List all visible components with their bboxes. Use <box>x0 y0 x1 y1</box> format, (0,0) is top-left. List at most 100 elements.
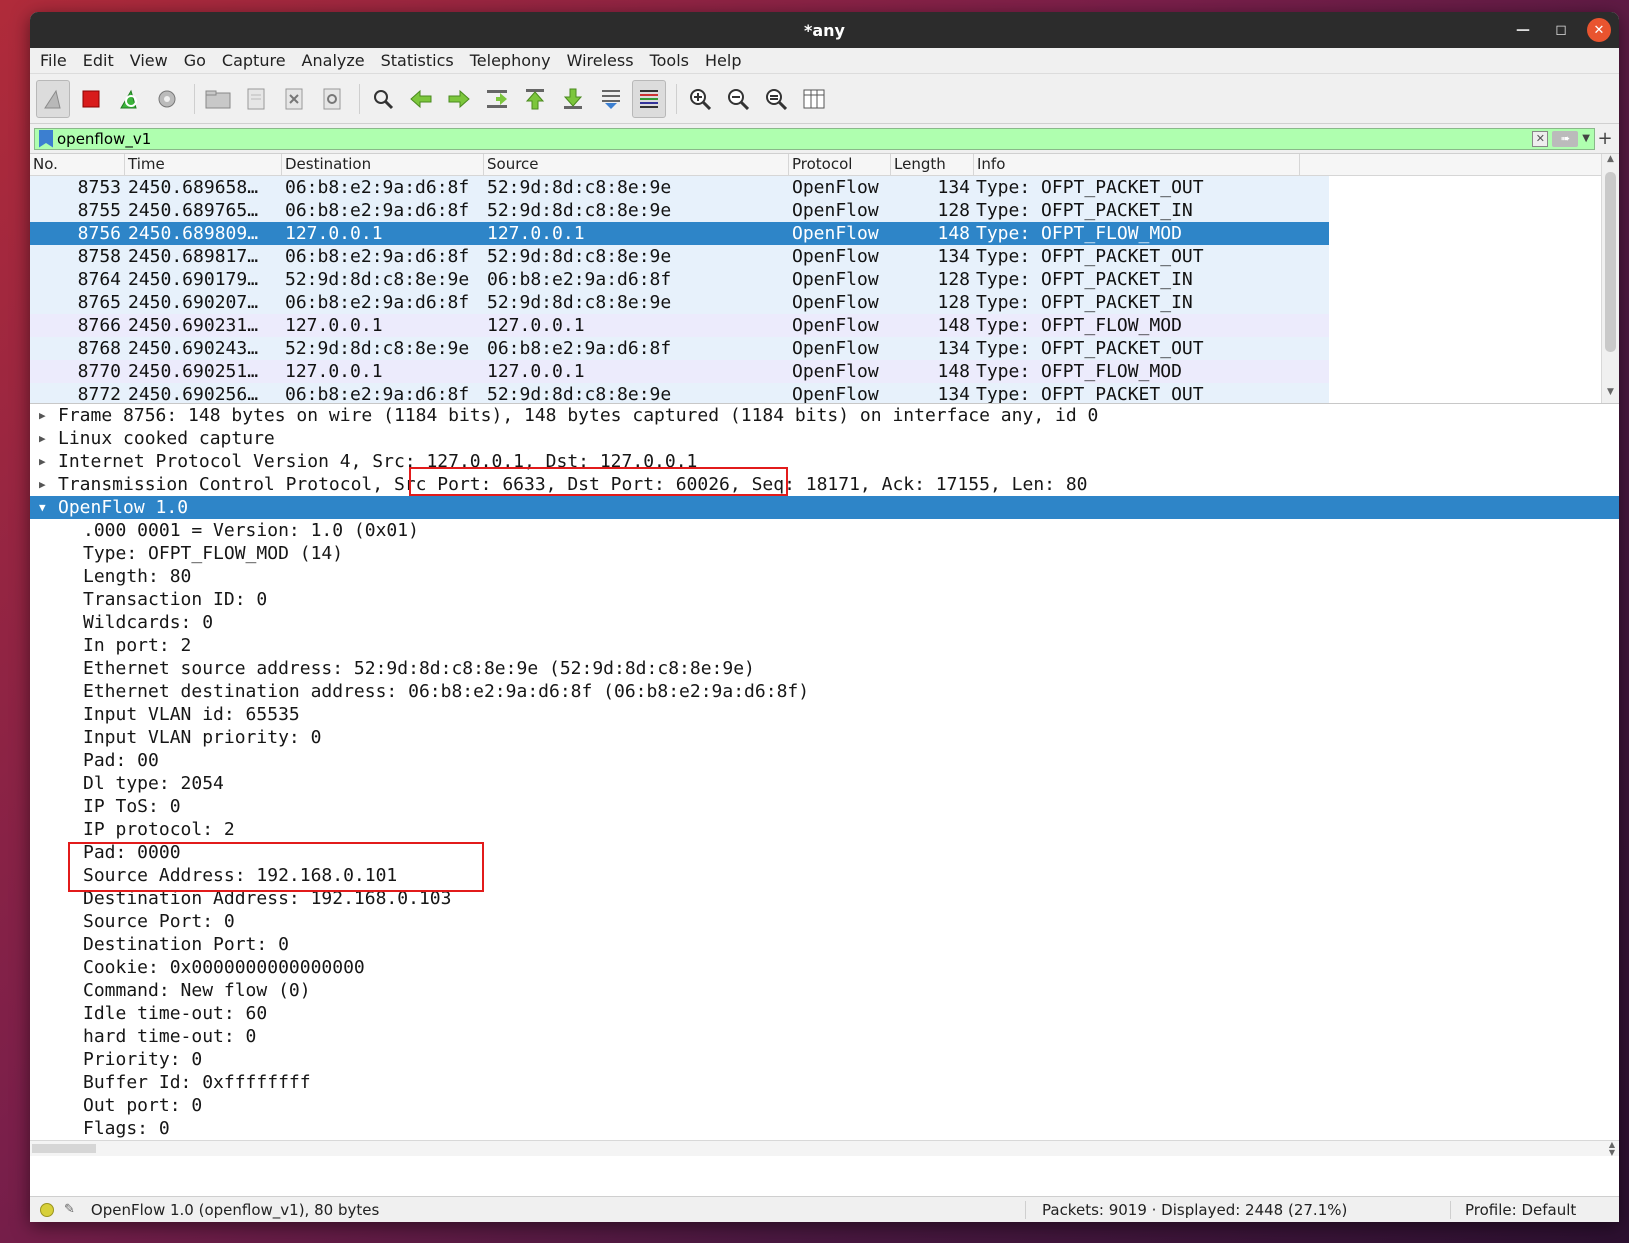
add-filter-button-icon[interactable]: + <box>1595 128 1615 149</box>
openflow-field[interactable]: IP protocol: 2 <box>30 818 1619 841</box>
openflow-field[interactable]: Command: New flow (0) <box>30 979 1619 1002</box>
column-header-length[interactable]: Length <box>891 154 974 175</box>
shark-fin-start-icon[interactable] <box>36 79 70 118</box>
expand-arrow-icon[interactable]: ▶ <box>39 473 46 496</box>
column-header-no[interactable]: No. <box>30 154 125 175</box>
packet-row[interactable]: 8756 2450.689809… 127.0.0.1 127.0.0.1 OpenFl… <box>30 222 1329 245</box>
auto-scroll-icon[interactable] <box>594 80 628 118</box>
packet-row[interactable]: 8770 2450.690251… 127.0.0.1 127.0.0.1 OpenFl… <box>30 360 1329 383</box>
hscroll-arrows-icon[interactable]: ▲ ▼ <box>1609 1141 1615 1157</box>
packet-row[interactable]: 8758 2450.689817… 06:b8:e2:9a:d6:8f 52:9d:8… <box>30 245 1329 268</box>
first-packet-icon[interactable] <box>518 80 552 118</box>
detail-tree-item[interactable]: ▶ Linux cooked capture <box>30 427 1619 450</box>
reload-file-icon[interactable] <box>315 80 349 118</box>
stop-capture-icon[interactable] <box>74 80 108 118</box>
openflow-field[interactable]: Pad: 0000 <box>30 841 1619 864</box>
status-profile[interactable]: Profile: Default <box>1465 1201 1576 1219</box>
column-header-info[interactable]: Info <box>974 154 1300 175</box>
openflow-field[interactable]: Priority: 0 <box>30 1048 1619 1071</box>
clear-filter-icon[interactable]: ✕ <box>1532 130 1549 147</box>
detail-tree-item[interactable]: ▶ Frame 8756: 148 bytes on wire (1184 bit… <box>30 404 1619 427</box>
packet-row[interactable]: 8764 2450.690179… 52:9d:8d:c8:8e:9e 06:b8:e… <box>30 268 1329 291</box>
packet-row[interactable]: 8772 2450.690256… 06:b8:e2:9a:d6:8f 52:9d:8… <box>30 383 1329 403</box>
openflow-field[interactable]: Buffer Id: 0xffffffff <box>30 1071 1619 1094</box>
go-to-packet-icon[interactable] <box>480 80 514 118</box>
openflow-field[interactable]: Transaction ID: 0 <box>30 588 1619 611</box>
detail-tree-item-openflow[interactable]: ▼ OpenFlow 1.0 <box>30 496 1619 519</box>
openflow-field[interactable]: IP ToS: 0 <box>30 795 1619 818</box>
scroll-down-icon[interactable]: ▼ <box>1602 387 1619 403</box>
menu-go[interactable]: Go <box>184 51 206 70</box>
close-file-icon[interactable] <box>277 80 311 118</box>
expand-arrow-icon[interactable]: ▶ <box>39 427 46 450</box>
menu-wireless[interactable]: Wireless <box>567 51 634 70</box>
openflow-field[interactable]: Flags: 0 <box>30 1117 1619 1140</box>
scrollbar-thumb[interactable] <box>1605 172 1616 352</box>
menu-capture[interactable]: Capture <box>222 51 286 70</box>
packet-row[interactable]: 8765 2450.690207… 06:b8:e2:9a:d6:8f 52:9d:8… <box>30 291 1329 314</box>
openflow-field[interactable]: Ethernet destination address: 06:b8:e2:9… <box>30 680 1619 703</box>
bookmark-icon[interactable] <box>39 129 53 148</box>
openflow-field[interactable]: .000 0001 = Version: 1.0 (0x01) <box>30 519 1619 542</box>
openflow-field[interactable]: Destination Port: 0 <box>30 933 1619 956</box>
column-header-destination[interactable]: Destination <box>282 154 484 175</box>
hscrollbar-thumb[interactable] <box>32 1144 96 1153</box>
packet-row[interactable]: 8766 2450.690231… 127.0.0.1 127.0.0.1 OpenFl… <box>30 314 1329 337</box>
menu-edit[interactable]: Edit <box>83 51 114 70</box>
menu-view[interactable]: View <box>130 51 168 70</box>
collapse-arrow-icon[interactable]: ▼ <box>39 496 46 519</box>
minimize-icon[interactable]: — <box>1511 18 1535 42</box>
openflow-field[interactable]: Input VLAN priority: 0 <box>30 726 1619 749</box>
openflow-field[interactable]: Dl type: 2054 <box>30 772 1619 795</box>
openflow-field[interactable]: Pad: 00 <box>30 749 1619 772</box>
column-header-time[interactable]: Time <box>125 154 282 175</box>
openflow-field[interactable]: Cookie: 0x0000000000000000 <box>30 956 1619 979</box>
openflow-field[interactable]: Length: 80 <box>30 565 1619 588</box>
expand-arrow-icon[interactable]: ▶ <box>39 450 46 473</box>
go-back-icon[interactable] <box>404 80 438 118</box>
capture-options-icon[interactable] <box>150 80 184 118</box>
capture-comment-icon[interactable]: ✎ <box>64 1202 75 1217</box>
open-file-icon[interactable] <box>201 80 235 118</box>
expert-info-icon[interactable] <box>40 1202 54 1217</box>
column-header-protocol[interactable]: Protocol <box>789 154 891 175</box>
normal-size-icon[interactable] <box>759 80 793 118</box>
maximize-icon[interactable]: ◻ <box>1549 18 1573 42</box>
menu-telephony[interactable]: Telephony <box>470 51 551 70</box>
close-icon[interactable]: ✕ <box>1587 18 1611 42</box>
display-filter-input[interactable]: openflow_v1 ✕ ➠ ▼ <box>34 127 1595 150</box>
openflow-field[interactable]: Destination Address: 192.168.0.103 <box>30 887 1619 910</box>
openflow-field[interactable]: Idle time-out: 60 <box>30 1002 1619 1025</box>
openflow-field[interactable]: In port: 2 <box>30 634 1619 657</box>
expand-arrow-icon[interactable]: ▶ <box>39 404 46 427</box>
openflow-field[interactable]: Input VLAN id: 65535 <box>30 703 1619 726</box>
find-packet-icon[interactable] <box>366 80 400 118</box>
packet-row[interactable]: 8753 2450.689658… 06:b8:e2:9a:d6:8f 52:9d:8… <box>30 176 1329 199</box>
menu-statistics[interactable]: Statistics <box>381 51 454 70</box>
go-forward-icon[interactable] <box>442 80 476 118</box>
filter-history-dropdown-icon[interactable]: ▼ <box>1582 133 1590 144</box>
menu-help[interactable]: Help <box>705 51 741 70</box>
openflow-field[interactable]: Out port: 0 <box>30 1094 1619 1117</box>
zoom-in-icon[interactable] <box>683 80 717 118</box>
packet-list-scrollbar[interactable]: ▲ ▼ <box>1601 154 1619 403</box>
colorize-icon[interactable] <box>632 79 666 118</box>
last-packet-icon[interactable] <box>556 80 590 118</box>
resize-columns-icon[interactable] <box>797 80 831 118</box>
scroll-up-icon[interactable]: ▲ <box>1602 154 1619 170</box>
zoom-out-icon[interactable] <box>721 80 755 118</box>
restart-capture-icon[interactable] <box>112 80 146 118</box>
column-header-source[interactable]: Source <box>484 154 789 175</box>
openflow-field[interactable]: Wildcards: 0 <box>30 611 1619 634</box>
openflow-field[interactable]: Source Address: 192.168.0.101 <box>30 864 1619 887</box>
apply-filter-icon[interactable]: ➠ <box>1552 130 1579 147</box>
menu-tools[interactable]: Tools <box>650 51 689 70</box>
detail-tree-item[interactable]: ▶ Internet Protocol Version 4, Src: 127.0… <box>30 450 1619 473</box>
packet-row[interactable]: 8755 2450.689765… 06:b8:e2:9a:d6:8f 52:9d:8… <box>30 199 1329 222</box>
openflow-field[interactable]: Ethernet source address: 52:9d:8d:c8:8e:… <box>30 657 1619 680</box>
save-file-icon[interactable] <box>239 80 273 118</box>
menu-analyze[interactable]: Analyze <box>302 51 365 70</box>
detail-tree-item[interactable]: ▶ Transmission Control Protocol, Src Port… <box>30 473 1619 496</box>
openflow-field[interactable]: hard time-out: 0 <box>30 1025 1619 1048</box>
details-hscrollbar[interactable]: ▲ ▼ <box>30 1140 1619 1156</box>
